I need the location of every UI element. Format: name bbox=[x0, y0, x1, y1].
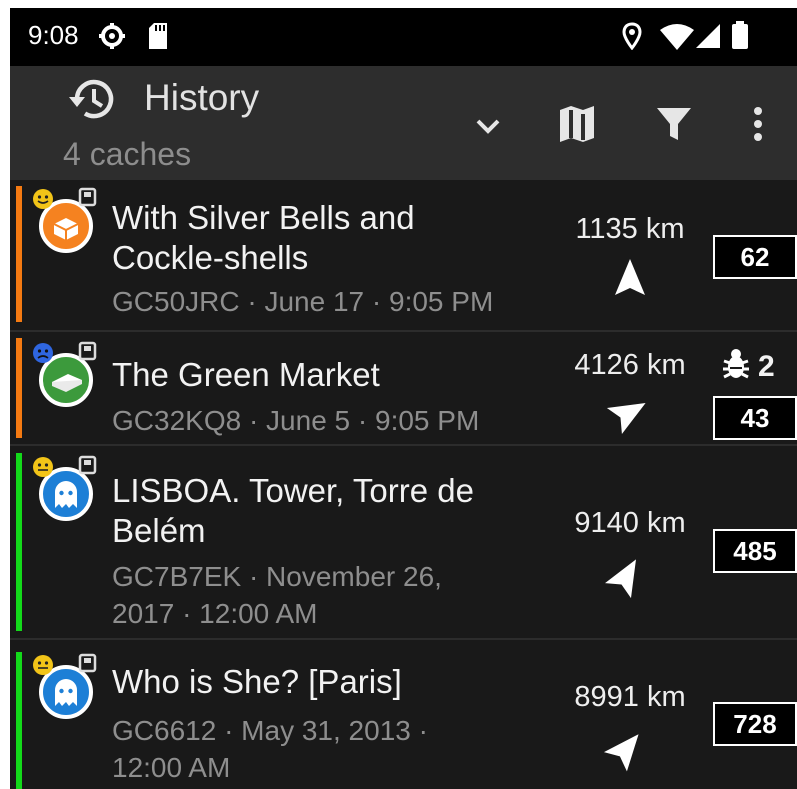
ghost-cache-icon bbox=[30, 652, 102, 729]
cache-distance: 8991 km bbox=[574, 681, 686, 713]
page-subtitle: 4 caches bbox=[63, 136, 192, 172]
box-cache-icon bbox=[30, 186, 102, 263]
chevron-down-icon[interactable] bbox=[476, 118, 500, 139]
cache-meta: GC6612 · May 31, 2013 · 12:00 AM bbox=[112, 715, 428, 783]
app-screen: 9:08 History 4 caches With Silver Bells … bbox=[10, 8, 797, 789]
status-bar: 9:08 bbox=[10, 8, 797, 66]
page-title: History bbox=[144, 77, 260, 118]
cache-title: Who is She? [Paris] bbox=[112, 663, 402, 700]
cache-distance: 9140 km bbox=[574, 507, 686, 539]
cache-title: With Silver Bells and Cockle-shells bbox=[112, 199, 415, 276]
trackable-count: 2 bbox=[758, 350, 775, 383]
direction-arrow-icon bbox=[606, 390, 650, 439]
cache-distance: 4126 km bbox=[574, 349, 686, 381]
cache-title: The Green Market bbox=[112, 356, 380, 393]
gear-icon bbox=[98, 22, 126, 55]
history-icon[interactable] bbox=[66, 76, 116, 127]
filter-icon[interactable] bbox=[656, 106, 692, 147]
direction-arrow-icon bbox=[610, 255, 650, 304]
cache-meta: GC32KQ8 · June 5 · 9:05 PM bbox=[112, 405, 480, 436]
status-bar-indicator bbox=[16, 453, 22, 631]
favorite-count-badge: 43 bbox=[713, 396, 797, 440]
location-pin-icon bbox=[622, 22, 642, 55]
cache-distance: 1135 km bbox=[575, 213, 685, 245]
cache-meta: GC7B7EK · November 26, 2017 · 12:00 AM bbox=[112, 561, 442, 629]
cache-meta: GC50JRC · June 17 · 9:05 PM bbox=[112, 286, 494, 317]
favorite-count-badge: 485 bbox=[713, 529, 797, 573]
cache-title: LISBOA. Tower, Torre de Belém bbox=[112, 472, 474, 549]
sd-card-icon bbox=[148, 22, 168, 55]
favorite-count-badge: 728 bbox=[713, 702, 797, 746]
status-bar-indicator bbox=[16, 338, 22, 438]
direction-arrow-icon bbox=[605, 553, 647, 602]
battery-icon bbox=[732, 21, 748, 54]
list-item[interactable]: The Green Market GC32KQ8 · June 5 · 9:05… bbox=[10, 332, 797, 444]
more-vert-icon[interactable] bbox=[752, 106, 764, 147]
status-time: 9:08 bbox=[28, 20, 79, 50]
favorite-count-badge: 62 bbox=[713, 235, 797, 279]
status-bar-indicator bbox=[16, 186, 22, 322]
direction-arrow-icon bbox=[603, 726, 647, 775]
action-bar: History 4 caches bbox=[10, 66, 797, 180]
list-item[interactable]: With Silver Bells and Cockle-shells GC50… bbox=[10, 180, 797, 330]
letterbox-cache-icon bbox=[30, 340, 102, 417]
list-item[interactable]: Who is She? [Paris] GC6612 · May 31, 201… bbox=[10, 640, 797, 789]
list-item[interactable]: LISBOA. Tower, Torre de Belém GC7B7EK · … bbox=[10, 446, 797, 638]
status-bar-indicator bbox=[16, 652, 22, 789]
bug-icon bbox=[722, 348, 750, 385]
wifi-icon bbox=[660, 24, 694, 55]
cell-signal-icon bbox=[696, 24, 720, 53]
map-icon[interactable] bbox=[557, 104, 597, 149]
ghost-cache-icon bbox=[30, 454, 102, 531]
